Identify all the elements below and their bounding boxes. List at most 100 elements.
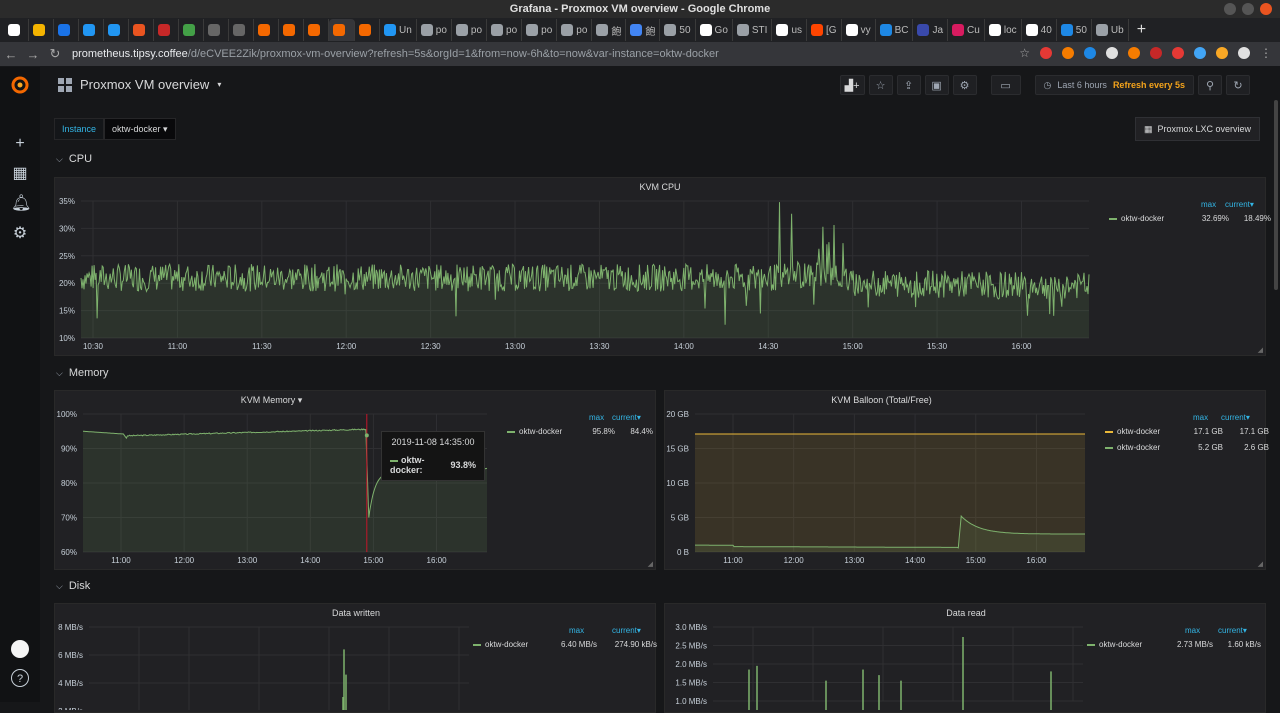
gear-icon[interactable]: ⚙ [11,225,29,243]
browser-tab[interactable] [355,19,380,41]
extension-icon[interactable] [1128,47,1140,59]
legend-item[interactable]: oktw-docker 32.69% 18.49% [1109,214,1271,223]
browser-tab[interactable] [204,19,229,41]
minimize-button[interactable] [1224,3,1236,15]
extension-icon[interactable] [1194,47,1206,59]
legend-item[interactable]: oktw-docker 6.40 MB/s 274.90 kB/s [473,640,657,649]
browser-tab[interactable]: po [452,19,488,41]
legend-item[interactable]: oktw-docker 5.2 GB 2.6 GB [1105,443,1269,452]
browser-tab[interactable]: 40 [1022,19,1057,41]
time-picker-button[interactable]: ◷ Last 6 hours Refresh every 5s [1034,75,1194,95]
kvm-cpu-graph[interactable]: 35% 30% 25% 20% 15% 10% 10:30 11:00 11:30 12:00 12… [55,194,1095,356]
save-icon[interactable]: ▣ [924,75,949,95]
new-tab-icon[interactable]: + [1129,21,1154,39]
legend-item[interactable]: oktw-docker 95.8% 84.4% [507,427,653,436]
browser-tab[interactable]: vy [842,19,876,41]
lxc-dashboard-link[interactable]: ▦ Proxmox LXC overview [1134,117,1260,141]
address-bar[interactable]: prometheus.tipsy.coffee/d/eCVEE2Zik/prox… [72,48,719,60]
browser-tab[interactable]: 飽 [626,19,661,41]
browser-tab[interactable]: [G [807,19,842,41]
refresh-icon[interactable]: ↻ [1226,75,1250,95]
row-cpu[interactable]: ⌵ CPU [56,153,92,165]
help-icon[interactable]: ? [11,669,29,687]
extension-icon[interactable] [1150,47,1162,59]
browser-tab[interactable]: Go [696,19,733,41]
row-disk[interactable]: ⌵ Disk [56,580,90,592]
browser-tab[interactable]: Ja [913,19,949,41]
browser-tab[interactable]: Ub [1092,19,1129,41]
kvm-cpu-panel[interactable]: KVM CPU 35% 30% 25% 20% 15% 10% 10:30 11:00 11:3… [54,177,1271,356]
page-scrollbar[interactable] [1274,100,1278,290]
browser-tab[interactable]: Un [380,19,417,41]
settings-gear-icon[interactable]: ⚙ [952,75,977,95]
legend-max-header[interactable]: max [569,626,584,635]
browser-tab[interactable] [79,19,104,41]
legend-max-header[interactable]: max [1201,200,1216,209]
browser-tab[interactable] [129,19,154,41]
add-panel-icon[interactable]: ▟+ [839,75,865,95]
plus-icon[interactable]: + [11,135,29,153]
back-icon[interactable]: ← [0,47,22,62]
reload-icon[interactable]: ↻ [44,46,66,62]
dashboard-picker[interactable]: Proxmox VM overview ▾ [58,77,221,92]
browser-tab[interactable] [329,19,355,41]
extension-icon[interactable] [1062,47,1074,59]
legend-max-header[interactable]: max [1193,413,1208,422]
browser-tab[interactable] [254,19,279,41]
browser-tab[interactable]: us [772,19,808,41]
browser-tab[interactable] [154,19,179,41]
browser-tab[interactable]: po [522,19,558,41]
resize-handle[interactable]: ◢ [1258,560,1263,568]
browser-tab[interactable]: po [417,19,452,41]
panel-title[interactable]: KVM Memory ▾ [55,395,488,406]
browser-tab[interactable]: po [557,19,593,41]
browser-tab[interactable] [304,19,329,41]
grafana-logo-icon[interactable] [10,75,30,95]
legend-current-header[interactable]: current▾ [1225,200,1254,209]
data-written-panel[interactable]: Data written 8 MB/s6 MB/s4 MB/s2 MB/s0 B… [54,603,657,713]
star-icon[interactable]: ☆ [868,75,893,95]
extension-icon[interactable] [1216,47,1228,59]
tv-mode-icon[interactable]: ▭ [990,75,1021,95]
extension-icon[interactable] [1106,47,1118,59]
browser-tab[interactable]: 50 [660,19,696,41]
browser-tab[interactable] [104,19,129,41]
data-read-panel[interactable]: Data read 3.0 MB/s 2.5 MB/s 2.0 MB/s 1.5 MB… [664,603,1266,713]
row-memory[interactable]: ⌵ Memory [56,367,109,379]
profile-avatar-icon[interactable] [1238,47,1250,59]
browser-tab[interactable]: 飽 [592,19,627,41]
browser-tab[interactable] [29,19,54,41]
zoom-out-icon[interactable]: ⚲ [1198,75,1222,95]
browser-tab[interactable] [4,19,29,41]
legend-current-header[interactable]: current▾ [612,413,641,422]
browser-tab[interactable]: 50 [1057,19,1092,41]
data-written-graph[interactable]: 8 MB/s6 MB/s4 MB/s2 MB/s0 B/s [55,620,475,710]
menu-kebab-icon[interactable]: ⋮ [1260,47,1272,59]
instance-variable-select[interactable]: oktw-docker ▾ [104,118,176,140]
legend-item[interactable]: oktw-docker 2.73 MB/s 1.60 kB/s [1087,640,1261,649]
legend-max-header[interactable]: max [1185,626,1200,635]
browser-tab[interactable] [179,19,204,41]
dashboards-icon[interactable]: ▦ [11,165,29,183]
forward-icon[interactable]: → [22,47,44,62]
extension-icon[interactable] [1084,47,1096,59]
browser-tab[interactable]: loc [985,19,1022,41]
legend-current-header[interactable]: current▾ [1221,413,1250,422]
legend-item[interactable]: oktw-docker 17.1 GB 17.1 GB [1105,427,1269,436]
browser-tab[interactable] [54,19,79,41]
extension-icon[interactable] [1172,47,1184,59]
close-window-button[interactable] [1260,3,1272,15]
kvm-balloon-graph[interactable]: 20 GB 15 GB 10 GB 5 GB 0 B 11:00 12:00 13:00 14:… [665,407,1105,570]
browser-tab[interactable]: po [487,19,523,41]
user-avatar[interactable] [11,640,29,658]
legend-current-header[interactable]: current▾ [1218,626,1247,635]
resize-handle[interactable]: ◢ [648,560,653,568]
data-read-graph[interactable]: 3.0 MB/s2.5 MB/s2.0 MB/s1.5 MB/s1.0 MB/s [665,620,1085,710]
legend-max-header[interactable]: max [589,413,604,422]
browser-tab[interactable] [229,19,254,41]
bookmark-star-icon[interactable]: ☆ [1019,47,1030,59]
browser-tab[interactable] [279,19,304,41]
browser-tab[interactable]: BC [876,19,914,41]
maximize-button[interactable] [1242,3,1254,15]
legend-current-header[interactable]: current▾ [612,626,641,635]
